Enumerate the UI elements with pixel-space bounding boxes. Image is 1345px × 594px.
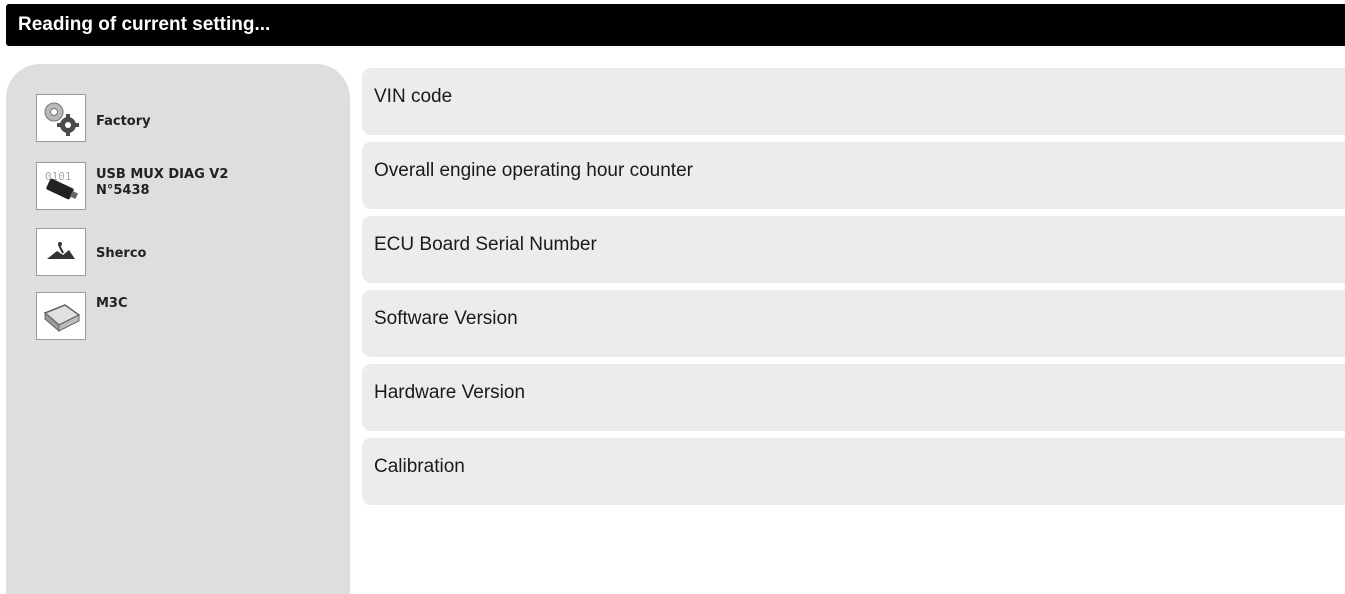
title-bar: Reading of current setting... bbox=[6, 4, 1345, 46]
gears-icon bbox=[36, 94, 86, 142]
setting-row-vin-code[interactable]: VIN code bbox=[362, 68, 1345, 135]
setting-label: Overall engine operating hour counter bbox=[374, 159, 693, 181]
setting-row-ecu-serial[interactable]: ECU Board Serial Number bbox=[362, 216, 1345, 283]
setting-row-calibration[interactable]: Calibration bbox=[362, 438, 1345, 505]
sidebar-item-sherco[interactable]: Sherco bbox=[36, 228, 146, 276]
motorcycle-icon bbox=[36, 228, 86, 276]
sidebar-item-label: Factory bbox=[96, 114, 151, 129]
page-title: Reading of current setting... bbox=[18, 14, 271, 35]
ecu-module-icon bbox=[36, 292, 86, 340]
setting-row-hardware-version[interactable]: Hardware Version bbox=[362, 364, 1345, 431]
usb-interface-icon: 0101 bbox=[36, 162, 86, 210]
setting-label: Calibration bbox=[374, 455, 465, 477]
sidebar-item-m3c[interactable]: M3C bbox=[36, 292, 128, 340]
setting-label: Hardware Version bbox=[374, 381, 526, 403]
setting-label: VIN code bbox=[374, 85, 453, 107]
sidebar-item-label: USB MUX DIAG V2 N°5438 bbox=[96, 167, 229, 198]
sidebar-item-label: Sherco bbox=[96, 246, 147, 261]
setting-row-engine-hours[interactable]: Overall engine operating hour counter bbox=[362, 142, 1345, 209]
sidebar-item-usb-mux[interactable]: 0101 USB MUX DIAG V2 N°5438 bbox=[36, 162, 228, 210]
setting-label: Software Version bbox=[374, 307, 518, 329]
svg-text:0101: 0101 bbox=[45, 170, 72, 183]
sidebar: Factory 0101 USB MUX DIAG V2 N°5438 Sher… bbox=[6, 64, 350, 594]
setting-label: ECU Board Serial Number bbox=[374, 233, 597, 255]
sidebar-item-label: M3C bbox=[96, 296, 128, 311]
setting-row-software-version[interactable]: Software Version bbox=[362, 290, 1345, 357]
sidebar-item-factory[interactable]: Factory bbox=[36, 94, 151, 142]
